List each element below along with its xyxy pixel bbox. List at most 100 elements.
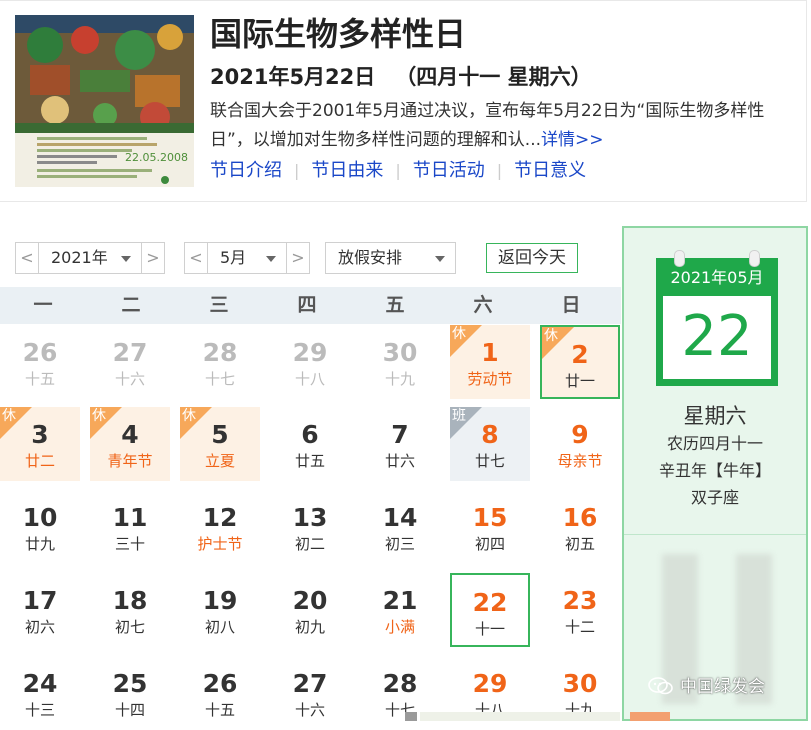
lunar-day-label: 十六 (114, 370, 145, 388)
day-cell[interactable]: 19 初八 (180, 573, 260, 647)
link-festival-intro[interactable]: 节日介绍 (210, 160, 282, 181)
day-cell[interactable]: 休 4 青年节 (90, 407, 170, 481)
day-cell[interactable]: 休 5 立夏 (180, 407, 260, 481)
back-to-today-button[interactable]: 返回今天 (486, 243, 578, 273)
prev-year-button[interactable]: < (15, 242, 39, 274)
event-poster-image[interactable]: 22.05.2008 (15, 15, 194, 187)
lunar-day-label: 十六 (294, 701, 325, 719)
day-cell[interactable]: 10 廿九 (0, 490, 80, 564)
lunar-day-label: 十八 (294, 370, 325, 388)
next-month-button[interactable]: > (286, 242, 310, 274)
day-number: 19 (202, 586, 238, 615)
lunar-day-label: 十九 (384, 370, 415, 388)
badge-label: 休 (182, 408, 196, 424)
lunar-day-label: 十五 (204, 701, 235, 719)
event-links: 节日介绍 | 节日由来 | 节日活动 | 节日意义 (210, 156, 586, 182)
day-cell[interactable]: 9 母亲节 (540, 407, 620, 481)
next-year-button[interactable]: > (141, 242, 165, 274)
details-link[interactable]: 详情>> (541, 130, 604, 150)
lunar-day-label: 青年节 (107, 452, 153, 470)
day-cell[interactable]: 16 初五 (540, 490, 620, 564)
day-cell[interactable]: 27 十六 (270, 656, 350, 730)
day-cell[interactable]: 29 十八 (270, 325, 350, 399)
day-cell[interactable]: 24 十三 (0, 656, 80, 730)
badge-label: 休 (2, 408, 16, 424)
lunar-day-label: 廿七 (474, 452, 505, 470)
day-cell[interactable]: 7 廿六 (360, 407, 440, 481)
day-cell[interactable]: 18 初七 (90, 573, 170, 647)
day-cell[interactable]: 12 护士节 (180, 490, 260, 564)
day-cell[interactable]: 班 8 廿七 (450, 407, 530, 481)
lunar-day-label: 廿九 (24, 535, 55, 553)
weekday-header: 一 二 三 四 五 六 日 (0, 287, 621, 324)
day-number: 26 (202, 669, 238, 698)
link-festival-meaning[interactable]: 节日意义 (514, 160, 586, 181)
weekday-label: 一 (33, 294, 53, 316)
day-cell[interactable]: 13 初二 (270, 490, 350, 564)
side-day-number: 22 (663, 296, 771, 379)
lunar-day-label: 护士节 (197, 535, 243, 553)
holiday-schedule-select[interactable]: 放假安排 (325, 242, 456, 274)
day-cell[interactable]: 6 廿五 (270, 407, 350, 481)
day-cell[interactable]: 23 十二 (540, 573, 620, 647)
day-cell[interactable]: 休 3 廿二 (0, 407, 80, 481)
side-lunar-date: 农历四月十一 (666, 434, 763, 453)
link-festival-origin[interactable]: 节日由来 (311, 160, 383, 181)
lunar-day-label: 廿二 (24, 452, 55, 470)
weekday-label: 五 (385, 294, 405, 316)
day-number: 16 (562, 503, 598, 532)
day-cell[interactable]: 14 初三 (360, 490, 440, 564)
day-cell[interactable]: 21 小满 (360, 573, 440, 647)
chevron-down-icon (435, 256, 445, 262)
badge-label: 休 (452, 326, 466, 342)
selected-date-panel: 2021年05月 22 星期六 农历四月十一 辛丑年【牛年】 双子座 (622, 226, 808, 721)
day-number: 22 (472, 588, 508, 617)
year-select[interactable]: 2021年 (38, 242, 142, 274)
lunar-day-label: 初四 (474, 535, 505, 553)
day-number: 14 (382, 503, 418, 532)
day-cell[interactable]: 休 2 廿一 (540, 325, 620, 399)
day-cell[interactable]: 28 十七 (180, 325, 260, 399)
link-divider: | (496, 161, 503, 180)
year-select-value: 2021年 (51, 248, 108, 267)
link-festival-activities[interactable]: 节日活动 (413, 160, 485, 181)
holiday-info-card: 22.05.2008 国际生物多样性日 2021年5月22日 （四月十一 星期六）… (0, 0, 807, 202)
day-number: 27 (112, 338, 148, 367)
day-number: 21 (382, 586, 418, 615)
weekday-label: 六 (473, 294, 493, 316)
day-number: 12 (202, 503, 238, 532)
day-cell[interactable]: 22 十一 (450, 573, 530, 647)
poster-date-text: 22.05.2008 (125, 151, 188, 164)
day-cell[interactable]: 25 十四 (90, 656, 170, 730)
holiday-schedule-value: 放假安排 (338, 248, 403, 267)
weekday-label: 二 (121, 294, 141, 316)
day-number: 10 (22, 503, 58, 532)
link-divider: | (395, 161, 401, 180)
side-ganzhi-year: 辛丑年【牛年】 (658, 461, 771, 480)
month-select[interactable]: 5月 (207, 242, 287, 274)
lunar-day-label: 十一 (474, 620, 505, 638)
day-cell[interactable]: 15 初四 (450, 490, 530, 564)
wechat-icon (648, 677, 673, 695)
day-number: 30 (562, 669, 598, 698)
lunar-day-label: 十五 (24, 370, 55, 388)
day-cell[interactable]: 11 三十 (90, 490, 170, 564)
day-cell[interactable]: 17 初六 (0, 573, 80, 647)
prev-month-button[interactable]: < (184, 242, 208, 274)
day-number: 9 (571, 420, 589, 449)
day-cell[interactable]: 30 十九 (360, 325, 440, 399)
event-description-text: 联合国大会于2001年5月通过决议，宣布每年5月22日为“国际生物多样性日”，以… (210, 101, 765, 150)
day-cell[interactable]: 20 初九 (270, 573, 350, 647)
lunar-day-label: 初五 (564, 535, 595, 553)
day-cell[interactable]: 26 十五 (0, 325, 80, 399)
event-date: 2021年5月22日 (210, 65, 376, 89)
day-cell[interactable]: 26 十五 (180, 656, 260, 730)
calendar-ring (674, 250, 685, 267)
lunar-day-label: 初三 (384, 535, 415, 553)
day-cell[interactable]: 27 十六 (90, 325, 170, 399)
day-cell[interactable]: 休 1 劳动节 (450, 325, 530, 399)
lunar-day-label: 三十 (114, 535, 145, 553)
chevron-down-icon (121, 256, 131, 262)
calendar-page-icon: 2021年05月 22 (656, 250, 778, 386)
lunar-day-label: 廿五 (294, 452, 325, 470)
